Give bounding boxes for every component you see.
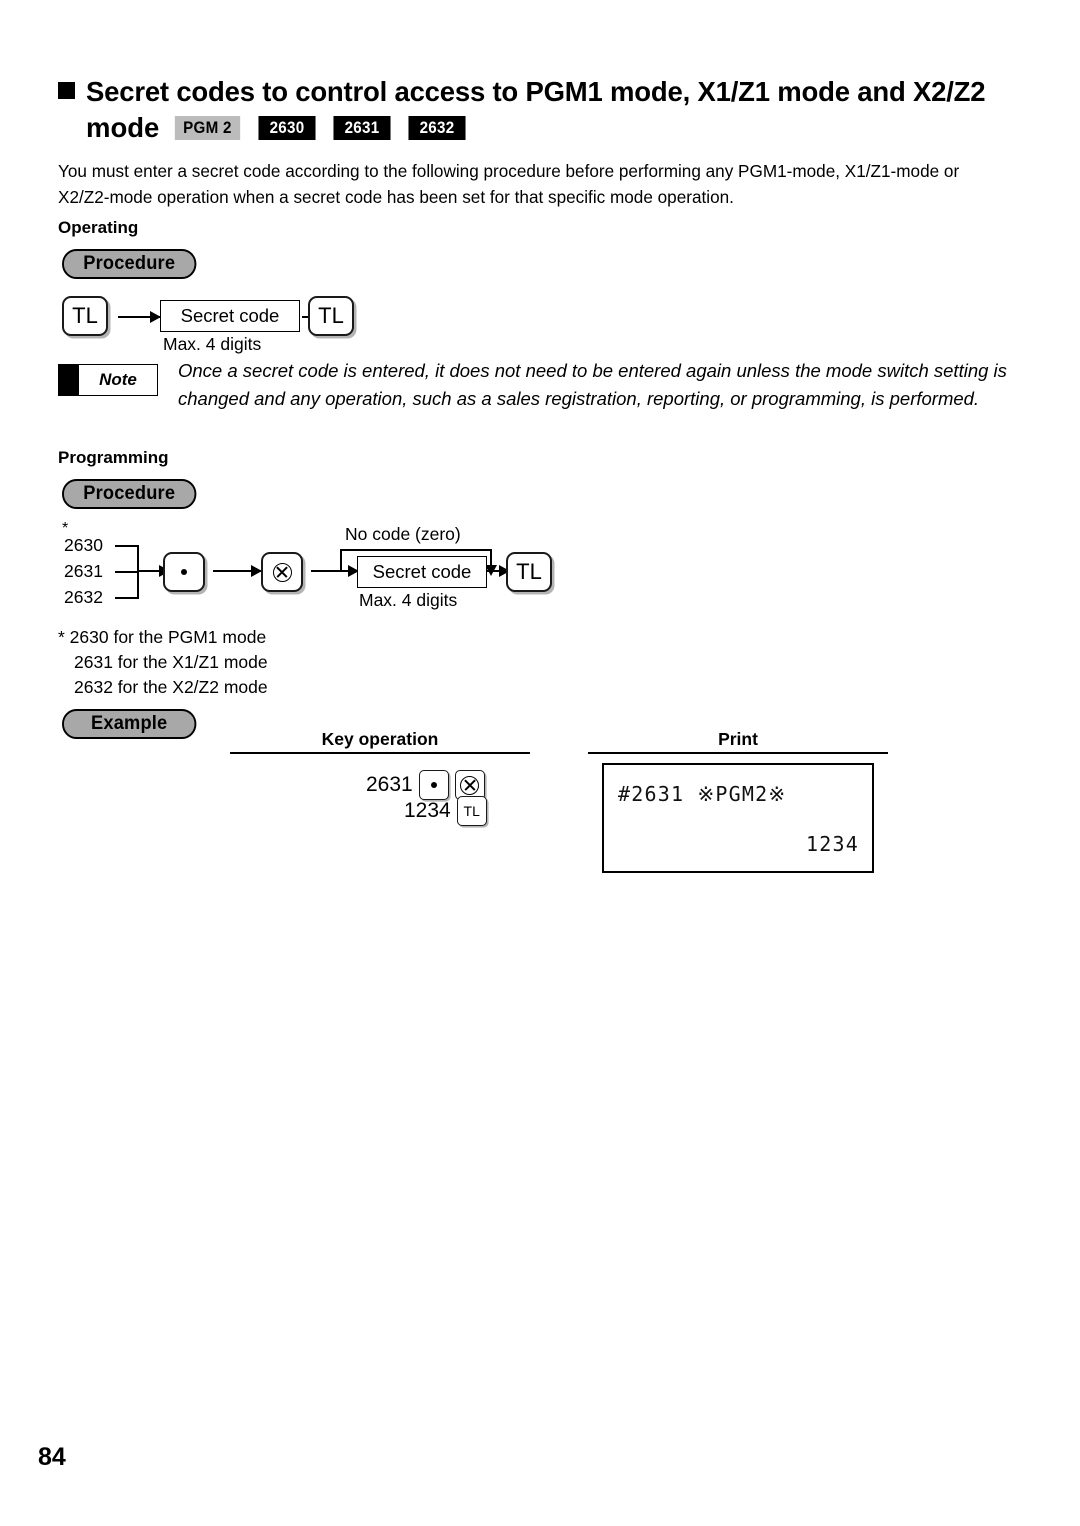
page-title-line1: Secret codes to control access to PGM1 m…	[58, 74, 1038, 110]
programming-bracket-stub-top	[115, 545, 139, 547]
operating-tl-key-2: TL	[308, 296, 354, 336]
badge-2631: 2631	[333, 116, 391, 140]
programming-procedure-pill: Procedure	[62, 479, 197, 509]
programming-secret-code-caption: Max. 4 digits	[359, 590, 458, 610]
note-badge: Note	[58, 364, 158, 396]
page-title-line2-word: mode	[86, 112, 160, 143]
programming-section-label: Programming	[58, 448, 169, 467]
programming-bracket-spine	[137, 545, 139, 599]
tl-key[interactable]: TL	[456, 796, 487, 826]
programming-tl-key: TL	[506, 552, 552, 592]
operating-arrow-1	[118, 311, 161, 323]
programming-bypass-top-line	[340, 549, 492, 551]
operating-procedure-pill: Procedure	[62, 249, 197, 279]
multiply-key-icon	[460, 775, 480, 795]
key-operation-number-2: 1234	[404, 799, 451, 822]
operating-procedure-diagram: TL Secret code Max. 4 digits TL	[0, 0, 1080, 1526]
key-operation-rule	[230, 752, 530, 755]
note-badge-label: Note	[99, 370, 137, 389]
page-title-text: Secret codes to control access to PGM1 m…	[86, 76, 986, 107]
key-operation-header: Key operation	[321, 729, 439, 749]
manual-page: Secret codes to control access to PGM1 m…	[0, 0, 1080, 1526]
badge-2630: 2630	[258, 116, 316, 140]
programming-arrow-3	[311, 565, 359, 577]
note-badge-block-icon	[59, 365, 79, 395]
print-receipt-box	[602, 763, 874, 873]
programming-bypass-label: No code (zero)	[345, 524, 461, 544]
key-operation-number-1: 2631	[366, 773, 413, 796]
page-title-line2: mode PGM 2 2630 2631 2632	[58, 112, 1038, 144]
programming-footnote-2: 2631 for the X1/Z1 mode	[74, 652, 268, 672]
programming-multiply-key	[261, 552, 303, 592]
programming-code-2632: 2632	[64, 587, 103, 607]
operating-tl-key-1: TL	[62, 296, 108, 336]
page-number: 84	[38, 1443, 66, 1471]
programming-bracket-stub-mid	[115, 571, 139, 573]
multiply-key-icon	[272, 562, 292, 582]
dot-key-icon	[181, 569, 187, 575]
programming-secret-code-box: Secret code	[357, 556, 487, 588]
programming-code-2631: 2631	[64, 561, 103, 581]
programming-code-2630: 2630	[64, 535, 103, 555]
programming-bracket-stub-bottom	[115, 597, 139, 599]
operating-secret-code-box: Secret code	[160, 300, 300, 332]
operating-secret-code-caption: Max. 4 digits	[163, 334, 262, 354]
print-rule	[588, 752, 888, 755]
operating-section-label: Operating	[58, 218, 139, 237]
dot-key-icon	[430, 782, 437, 788]
programming-dot-key	[163, 552, 205, 592]
print-line-1: #2631 ※PGM2※	[618, 782, 787, 806]
print-line-2: 1234	[806, 832, 859, 856]
badge-pgm2: PGM 2	[175, 116, 241, 140]
key-operation-line-2: 1234 TL	[404, 796, 487, 826]
page-title: Secret codes to control access to PGM1 m…	[58, 74, 1038, 144]
square-bullet-icon	[58, 82, 75, 99]
badge-2632: 2632	[408, 116, 466, 140]
intro-paragraph: You must enter a secret code according t…	[58, 161, 960, 207]
programming-bypass-riser	[340, 549, 342, 571]
note-text: Once a secret code is entered, it does n…	[178, 360, 1007, 409]
example-pill: Example	[62, 709, 197, 739]
programming-footnote-3: 2632 for the X2/Z2 mode	[74, 677, 268, 697]
programming-arrow-2	[213, 565, 262, 577]
print-header: Print	[718, 729, 758, 749]
programming-footnote-1: * 2630 for the PGM1 mode	[58, 627, 267, 647]
